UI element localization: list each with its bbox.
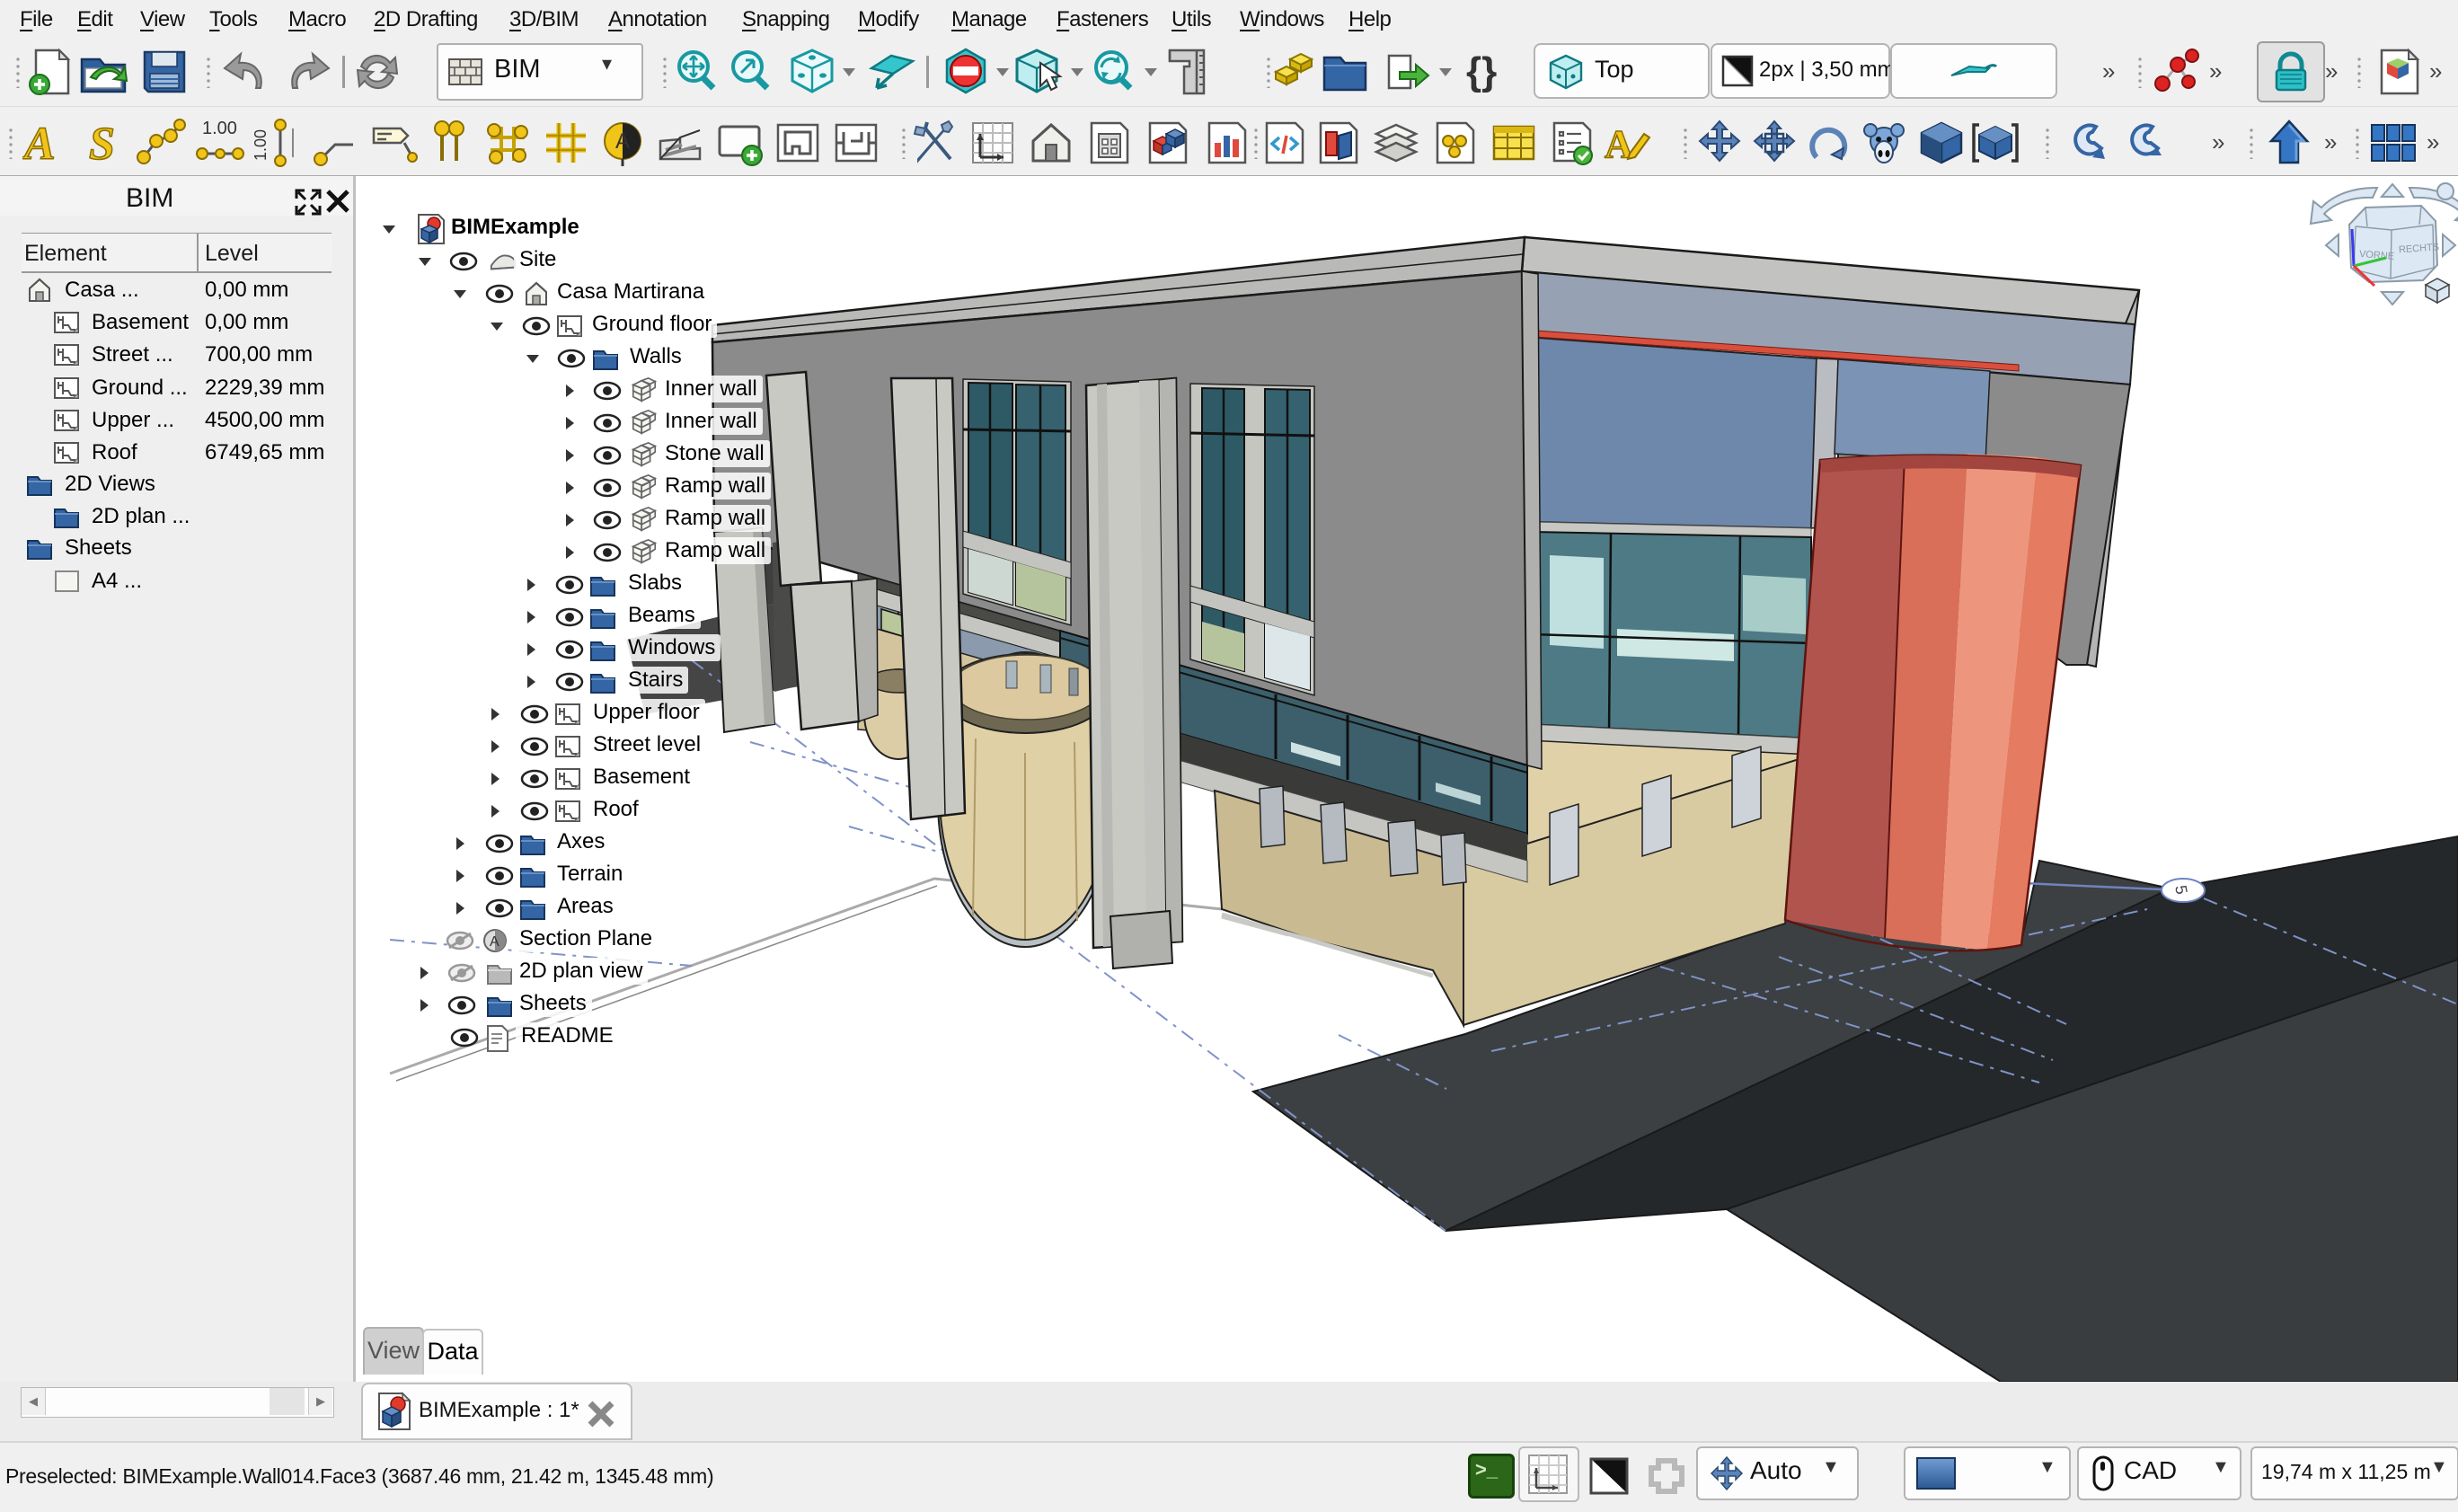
svg-text:A: A <box>615 129 630 154</box>
svg-text:1.00: 1.00 <box>202 119 237 138</box>
svg-text:A: A <box>22 119 56 168</box>
svg-text:S: S <box>89 119 115 168</box>
svg-text:{}: {} <box>1466 49 1497 93</box>
svg-text:1.00: 1.00 <box>253 129 270 161</box>
